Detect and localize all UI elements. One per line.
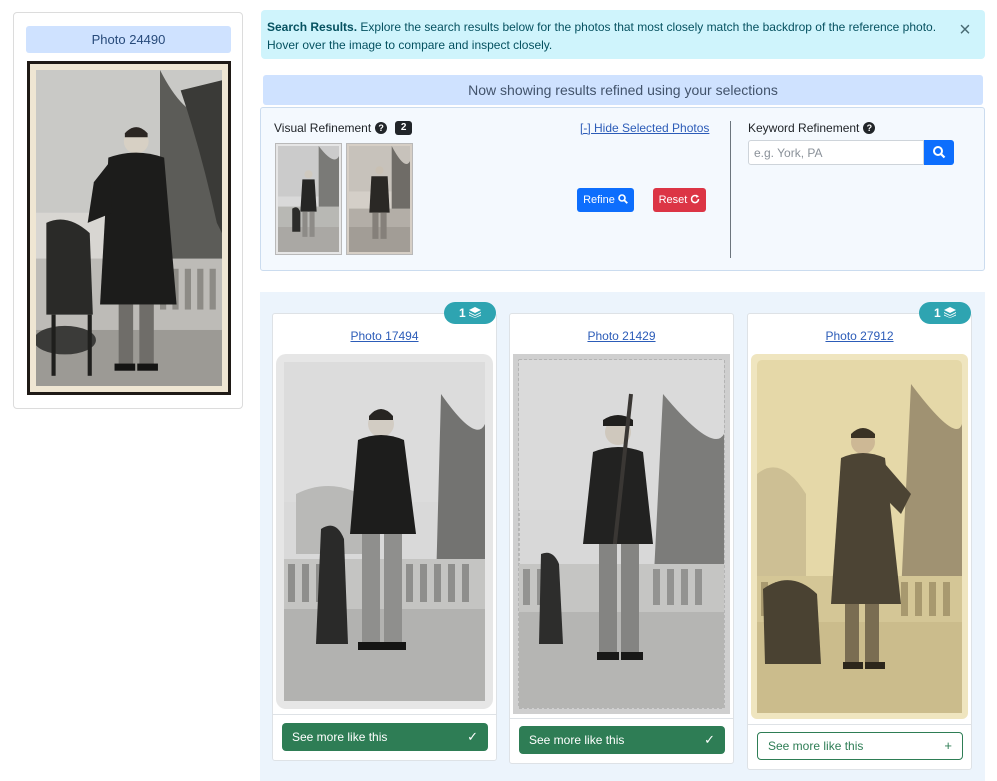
search-icon [618,194,628,206]
card-divider [748,724,971,725]
refine-button[interactable]: Refine [577,188,634,212]
check-icon: ✓ [704,732,715,747]
reference-photo[interactable] [27,61,231,395]
help-icon[interactable]: ? [863,122,876,134]
result-card: Photo 17494 See more like this ✓ [272,313,497,761]
visual-refinement-label: Visual Refinement ? 2 [274,121,413,135]
refresh-icon [690,194,700,206]
see-more-label: See more like this [292,730,388,744]
result-photo-link[interactable]: Photo 27912 [748,329,971,343]
hide-selected-photos-link[interactable]: [-] Hide Selected Photos [580,121,709,135]
search-icon [924,146,954,168]
close-icon[interactable]: × [957,20,973,40]
result-photo-link[interactable]: Photo 17494 [273,329,496,343]
stack-badge[interactable]: 1 [919,302,971,324]
panel-divider [730,121,731,258]
search-results-alert: Search Results. Explore the search resul… [261,10,985,59]
alert-message: Explore the search results below for the… [267,20,937,52]
help-icon[interactable]: ? [375,122,388,134]
reset-button[interactable]: Reset [653,188,706,212]
refine-label: Refine [583,194,615,206]
results-grid: Photo 17494 See more like this ✓ Photo 2… [260,292,985,781]
selected-count-badge: 2 [395,121,413,135]
keyword-input[interactable] [748,140,924,165]
stack-badge[interactable]: 1 [444,302,496,324]
see-more-button[interactable]: See more like this + [757,732,963,760]
result-photo[interactable] [276,354,493,709]
reset-label: Reset [658,194,688,206]
stack-count: 1 [458,306,466,320]
refinement-panel: Visual Refinement ? 2 [-] Hide Selected … [260,107,985,271]
visual-refinement-text: Visual Refinement [274,121,372,135]
see-more-label: See more like this [768,739,864,753]
alert-title: Search Results. [267,20,358,34]
keyword-refinement-label: Keyword Refinement ? [748,121,876,135]
result-card: Photo 21429 See more like this ✓ [509,313,734,764]
plus-icon: + [944,738,952,753]
card-divider [510,718,733,719]
check-icon: ✓ [467,729,478,744]
selected-thumbnail[interactable] [346,143,413,255]
result-photo-link[interactable]: Photo 21429 [510,329,733,343]
see-more-button[interactable]: See more like this ✓ [282,723,488,751]
layers-icon [944,306,957,320]
keyword-refinement-text: Keyword Refinement [748,121,860,135]
selected-thumbnail[interactable] [275,143,342,255]
stack-count: 1 [933,306,941,320]
reference-photo-card: Photo 24490 [13,12,243,409]
result-photo[interactable] [513,354,730,714]
keyword-search-button[interactable] [924,140,954,165]
see-more-button[interactable]: See more like this ✓ [519,726,725,754]
result-card: Photo 27912 See more like this + [747,313,972,770]
reference-photo-image [36,70,222,386]
refinement-banner: Now showing results refined using your s… [263,75,983,105]
layers-icon [469,306,482,320]
reference-photo-title: Photo 24490 [26,26,231,53]
result-photo[interactable] [751,354,968,719]
card-divider [273,714,496,715]
see-more-label: See more like this [529,733,625,747]
